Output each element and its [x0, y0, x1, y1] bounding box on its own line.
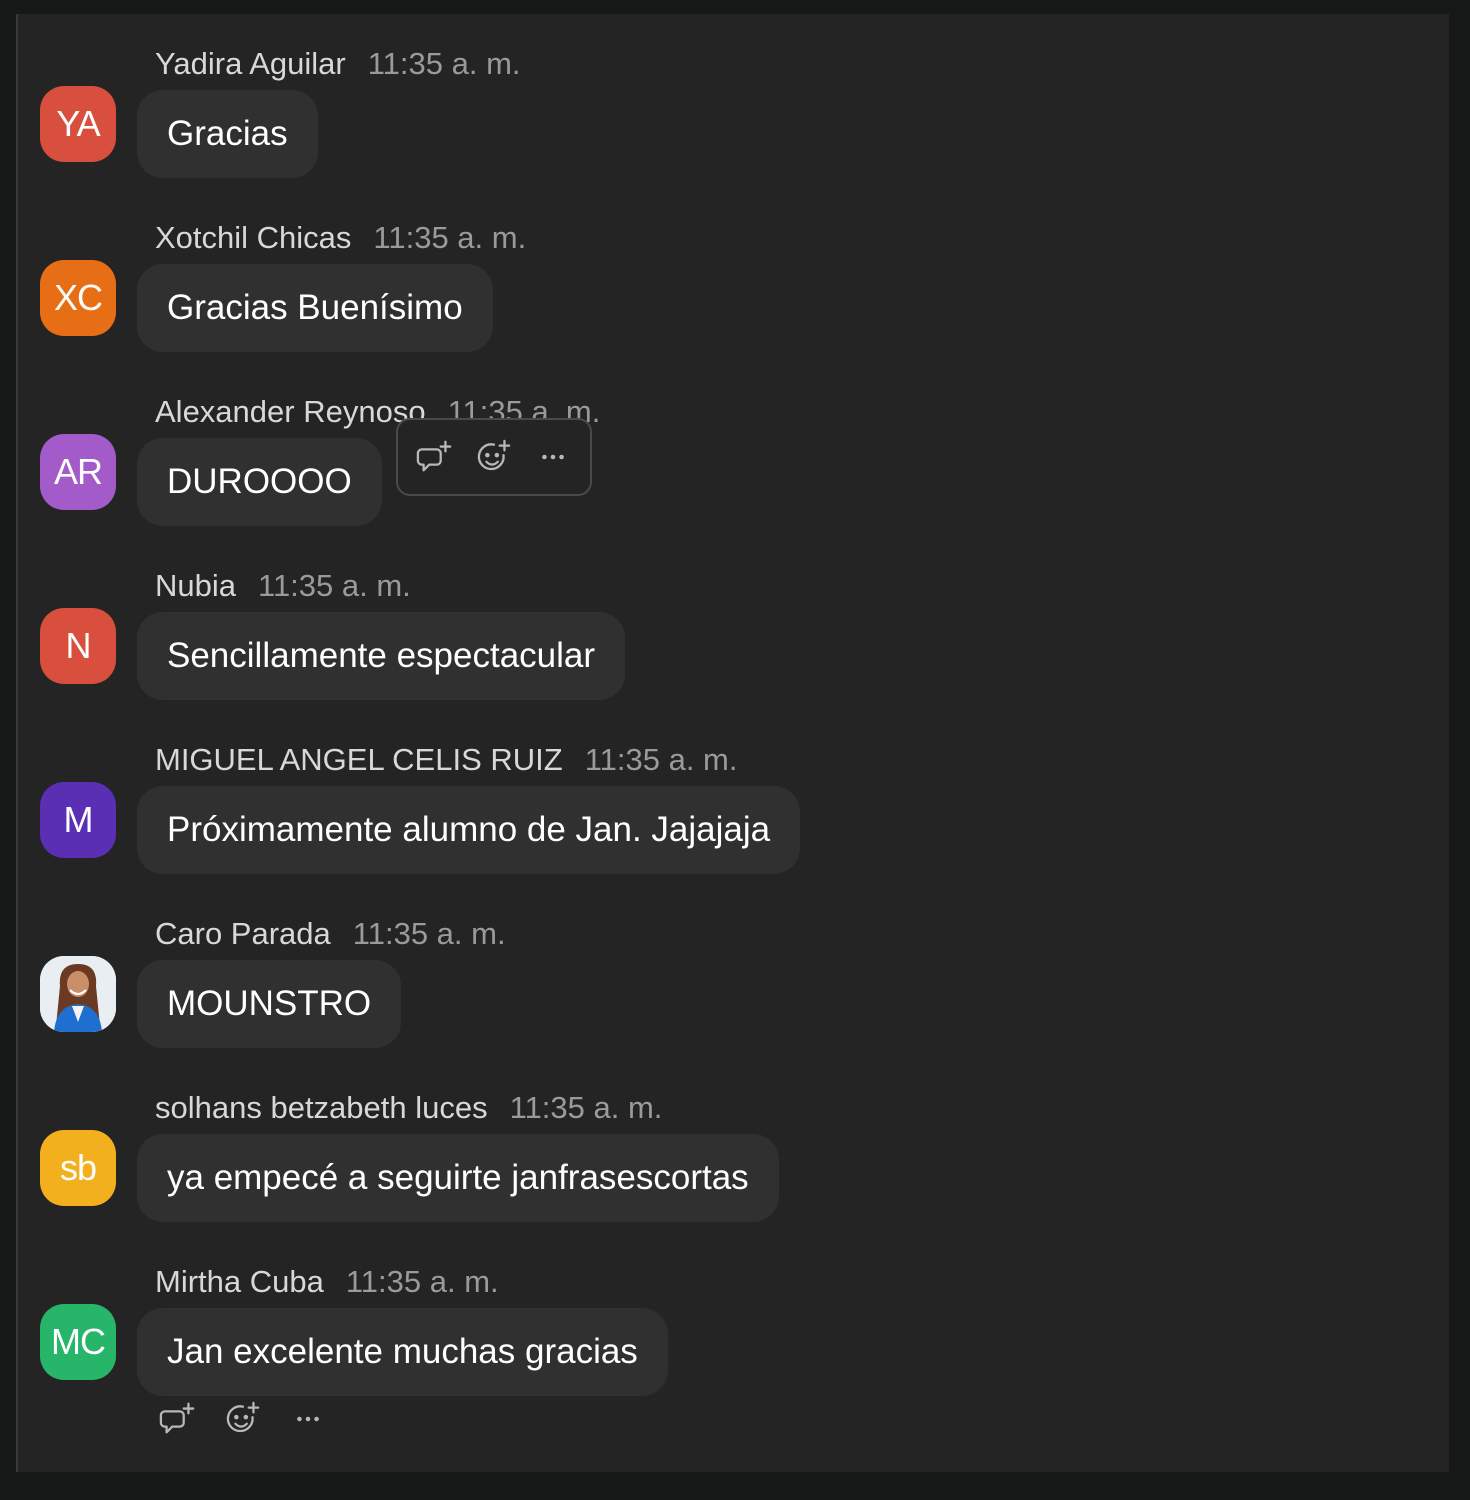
message-hover-toolbar	[396, 418, 592, 496]
message-bubble[interactable]: Gracias Buenísimo	[137, 264, 493, 352]
chat-message: sb solhans betzabeth luces 11:35 a. m. ya…	[18, 1074, 1449, 1248]
sender-name[interactable]: MIGUEL ANGEL CELIS RUIZ	[155, 742, 563, 777]
sender-name[interactable]: Alexander Reynoso	[155, 394, 426, 429]
message-time: 11:35 a. m.	[367, 46, 521, 81]
avatar[interactable]: AR	[40, 434, 116, 510]
message-time: 11:35 a. m.	[345, 1264, 499, 1299]
sender-name[interactable]: Xotchil Chicas	[155, 220, 351, 255]
avatar-photo[interactable]	[40, 956, 116, 1032]
message-header: solhans betzabeth luces 11:35 a. m.	[155, 1090, 662, 1126]
avatar[interactable]: M	[40, 782, 116, 858]
message-header: MIGUEL ANGEL CELIS RUIZ 11:35 a. m.	[155, 742, 738, 778]
message-header: Caro Parada 11:35 a. m.	[155, 916, 506, 952]
message-bubble[interactable]: Próximamente alumno de Jan. Jajajaja	[137, 786, 801, 874]
sender-name[interactable]: solhans betzabeth luces	[155, 1090, 488, 1125]
emoji-plus-icon[interactable]	[474, 437, 514, 477]
avatar[interactable]: XC	[40, 260, 116, 336]
message-header: Yadira Aguilar 11:35 a. m.	[155, 46, 521, 82]
message-bubble[interactable]: DUROOOO	[137, 438, 382, 526]
chat-message: AR Alexander Reynoso 11:35 a. m. DUROOOO	[18, 378, 1449, 552]
message-actions	[158, 1394, 328, 1444]
chat-message: N Nubia 11:35 a. m. Sencillamente especta…	[18, 552, 1449, 726]
sender-name[interactable]: Yadira Aguilar	[155, 46, 346, 81]
message-time: 11:35 a. m.	[352, 916, 506, 951]
avatar[interactable]: YA	[40, 86, 116, 162]
message-time: 11:35 a. m.	[373, 220, 527, 255]
sender-name[interactable]: Caro Parada	[155, 916, 331, 951]
message-bubble[interactable]: Gracias	[137, 90, 318, 178]
message-time: 11:35 a. m.	[584, 742, 738, 777]
message-header: Nubia 11:35 a. m.	[155, 568, 411, 604]
message-bubble[interactable]: ya empecé a seguirte janfrasescortas	[137, 1134, 779, 1222]
emoji-plus-icon[interactable]	[223, 1399, 262, 1439]
sender-name[interactable]: Mirtha Cuba	[155, 1264, 324, 1299]
message-bubble[interactable]: Jan excelente muchas gracias	[137, 1308, 668, 1396]
message-time: 11:35 a. m.	[509, 1090, 663, 1125]
message-header: Mirtha Cuba 11:35 a. m.	[155, 1264, 499, 1300]
reply-plus-icon[interactable]	[158, 1399, 197, 1439]
reply-plus-icon[interactable]	[415, 437, 455, 477]
more-horizontal-icon[interactable]	[289, 1399, 328, 1439]
profile-photo-icon	[40, 956, 116, 1032]
avatar[interactable]: sb	[40, 1130, 116, 1206]
message-bubble[interactable]: MOUNSTRO	[137, 960, 402, 1048]
avatar[interactable]: MC	[40, 1304, 116, 1380]
chat-panel: YA Yadira Aguilar 11:35 a. m. Gracias XC …	[16, 14, 1449, 1472]
chat-message: M MIGUEL ANGEL CELIS RUIZ 11:35 a. m. Pró…	[18, 726, 1449, 900]
avatar[interactable]: N	[40, 608, 116, 684]
message-bubble[interactable]: Sencillamente espectacular	[137, 612, 626, 700]
more-horizontal-icon[interactable]	[533, 437, 573, 477]
message-header: Xotchil Chicas 11:35 a. m.	[155, 220, 526, 256]
message-time: 11:35 a. m.	[258, 568, 411, 603]
chat-message: XC Xotchil Chicas 11:35 a. m. Gracias Bue…	[18, 204, 1449, 378]
chat-message: YA Yadira Aguilar 11:35 a. m. Gracias	[18, 30, 1449, 204]
sender-name[interactable]: Nubia	[155, 568, 236, 603]
chat-message: Caro Parada 11:35 a. m. MOUNSTRO	[18, 900, 1449, 1074]
